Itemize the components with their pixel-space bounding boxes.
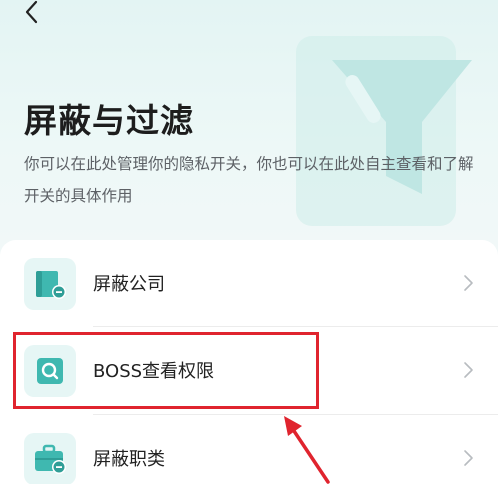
page-description: 你可以在此处管理你的隐私开关，你也可以在此处自主查看和了解开关的具体作用 <box>24 155 474 205</box>
chevron-left-icon <box>25 0 38 24</box>
chevron-right-icon <box>464 275 473 291</box>
page-title: 屏蔽与过滤 <box>24 101 194 140</box>
highlight-annotation-box <box>13 332 319 409</box>
chevron-right-icon <box>464 450 473 466</box>
block-job-category-icon <box>24 433 76 484</box>
menu-item-block-job-category[interactable]: 屏蔽职类 <box>0 415 498 484</box>
annotation-arrow-icon <box>284 416 330 484</box>
block-company-icon <box>24 258 76 310</box>
menu-item-label: 屏蔽职类 <box>93 449 165 470</box>
chevron-right-icon <box>464 362 473 378</box>
back-button[interactable] <box>16 0 46 26</box>
menu-item-block-company[interactable]: 屏蔽公司 <box>0 240 498 328</box>
menu-item-label: 屏蔽公司 <box>93 274 165 295</box>
